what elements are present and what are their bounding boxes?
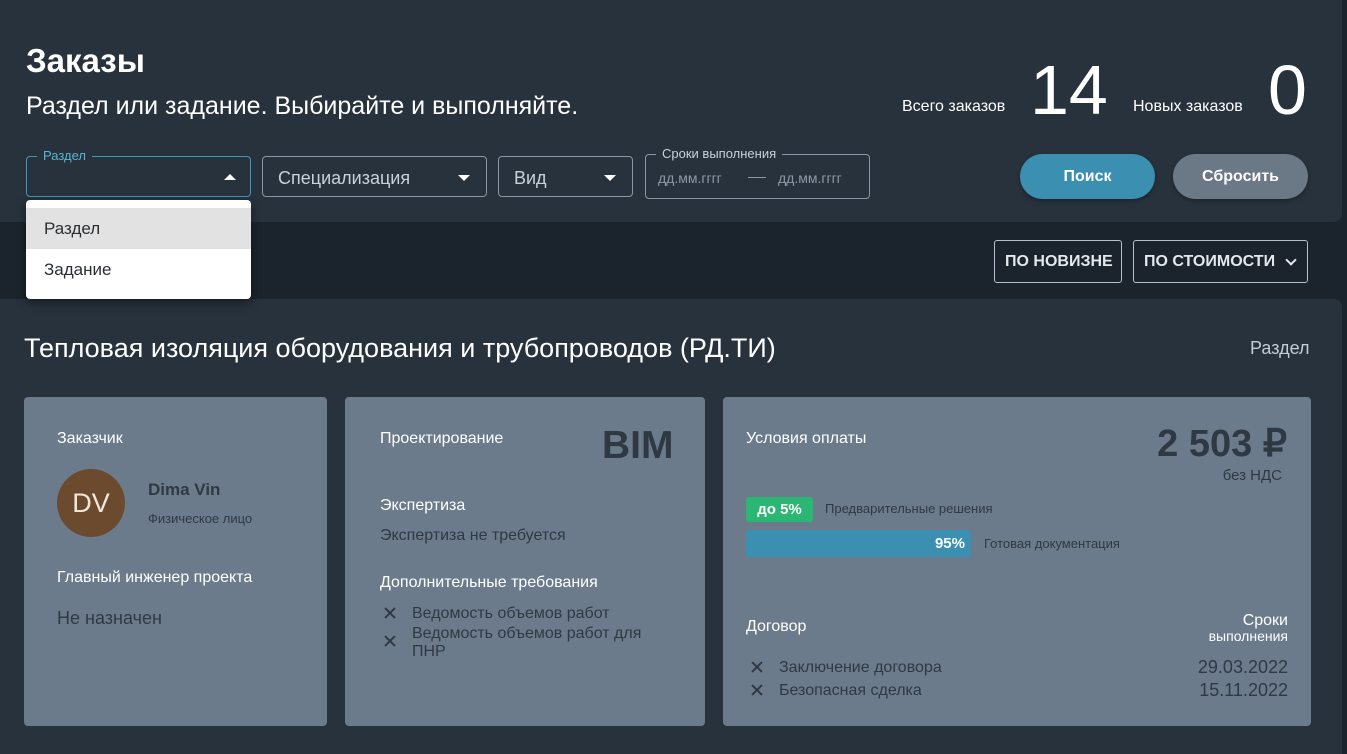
chevron-down-icon <box>1285 254 1297 266</box>
close-icon <box>384 607 396 619</box>
page-subtitle: Раздел или задание. Выбирайте и выполняй… <box>26 92 579 120</box>
section-dropdown-menu: Раздел Задание <box>26 200 251 299</box>
deadline-label-continuation: выполнения <box>1208 628 1288 644</box>
specialization-select[interactable]: Специализация <box>262 156 487 197</box>
chief-engineer-value: Не назначен <box>57 608 162 628</box>
order-title[interactable]: Тепловая изоляция оборудования и трубопр… <box>24 333 776 364</box>
design-label: Проектирование <box>380 430 504 447</box>
caret-down-icon <box>604 175 616 181</box>
final-payment-label: Готовая документация <box>984 536 1120 551</box>
date-to-input[interactable]: дд.мм.гггг <box>778 170 842 186</box>
contract-label: Договор <box>746 618 807 635</box>
avatar: DV <box>57 469 125 537</box>
dropdown-option-task[interactable]: Задание <box>26 249 251 290</box>
page-title: Заказы <box>26 42 145 79</box>
section-select[interactable]: Раздел <box>26 148 251 197</box>
additional-item: Ведомость объемов работ для <box>412 625 642 642</box>
close-icon <box>751 684 763 696</box>
expertise-label: Экспертиза <box>380 497 466 514</box>
section-select-label: Раздел <box>37 148 92 164</box>
specialization-select-value: Специализация <box>278 168 411 188</box>
caret-down-icon <box>458 175 470 181</box>
reset-button[interactable]: Сбросить <box>1173 154 1308 199</box>
date-separator <box>748 177 766 178</box>
order-type: Раздел <box>1250 338 1310 358</box>
close-icon <box>384 635 396 647</box>
expertise-value: Экспертиза не требуется <box>380 527 566 544</box>
final-payment-bar: 95% <box>746 530 971 557</box>
contract-item-date: 29.03.2022 <box>1197 657 1288 677</box>
caret-up-icon <box>224 174 236 180</box>
deadline-range: Сроки выполнения дд.мм.гггг дд.мм.гггг <box>645 146 870 199</box>
prepay-label: Предварительные решения <box>825 501 993 516</box>
search-button[interactable]: Поиск <box>1020 154 1155 199</box>
kind-select-value: Вид <box>514 168 547 188</box>
close-icon <box>751 661 763 673</box>
vat-note: без НДС <box>1222 467 1282 484</box>
sort-newest-label: ПО НОВИЗНЕ <box>1005 253 1113 270</box>
sort-price-label: ПО СТОИМОСТИ <box>1144 253 1276 270</box>
sort-price-button[interactable]: ПО СТОИМОСТИ <box>1133 240 1308 283</box>
new-orders-label: Новых заказов <box>1133 98 1243 115</box>
customer-name: Dima Vin <box>148 480 221 499</box>
chief-engineer-label: Главный инженер проекта <box>57 569 253 586</box>
final-payment-percent: 95% <box>934 535 965 552</box>
kind-select[interactable]: Вид <box>498 156 633 197</box>
payment-label: Условия оплаты <box>746 430 867 447</box>
sort-newest-button[interactable]: ПО НОВИЗНЕ <box>994 240 1122 283</box>
date-from-input[interactable]: дд.мм.гггг <box>658 170 722 186</box>
customer-kind: Физическое лицо <box>148 511 253 526</box>
customer-label: Заказчик <box>57 430 123 447</box>
additional-item-continuation: ПНР <box>412 643 446 660</box>
deadline-range-label: Сроки выполнения <box>656 146 783 162</box>
contract-item-name: Безопасная сделка <box>779 682 922 699</box>
contract-item-date: 15.11.2022 <box>1199 680 1288 700</box>
total-orders-label: Всего заказов <box>902 98 1006 115</box>
total-orders-count: 14 <box>1030 51 1108 129</box>
additional-item: Ведомость объемов работ <box>412 605 610 622</box>
contract-item-name: Заключение договора <box>779 659 942 676</box>
order-price: 2 503 ₽ <box>1157 423 1287 465</box>
additional-label: Дополнительные требования <box>380 574 598 591</box>
new-orders-count: 0 <box>1268 51 1307 129</box>
design-value: BIM <box>602 424 674 467</box>
prepay-badge: до 5% <box>746 497 813 522</box>
dropdown-option-section[interactable]: Раздел <box>26 208 251 249</box>
